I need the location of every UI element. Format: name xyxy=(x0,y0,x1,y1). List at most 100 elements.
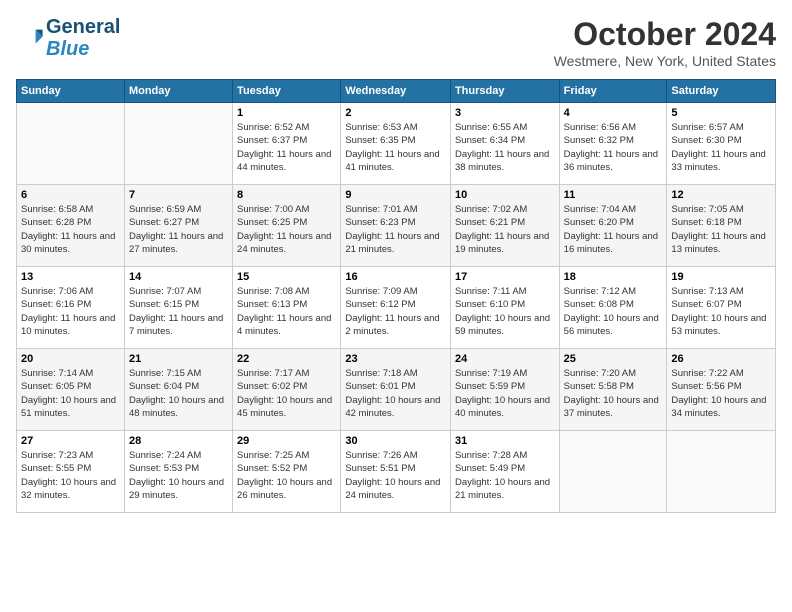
day-info: Sunrise: 7:13 AM Sunset: 6:07 PM Dayligh… xyxy=(671,285,771,338)
calendar-week-row: 20 Sunrise: 7:14 AM Sunset: 6:05 PM Dayli… xyxy=(17,349,776,431)
table-row: 8 Sunrise: 7:00 AM Sunset: 6:25 PM Daylig… xyxy=(233,185,341,267)
day-info: Sunrise: 6:57 AM Sunset: 6:30 PM Dayligh… xyxy=(671,121,771,174)
day-number: 22 xyxy=(237,353,336,365)
day-info: Sunrise: 7:28 AM Sunset: 5:49 PM Dayligh… xyxy=(455,449,555,502)
table-row: 29 Sunrise: 7:25 AM Sunset: 5:52 PM Dayli… xyxy=(233,431,341,513)
weekday-tuesday: Tuesday xyxy=(233,80,341,103)
weekday-sunday: Sunday xyxy=(17,80,125,103)
day-number: 24 xyxy=(455,353,555,365)
day-info: Sunrise: 7:12 AM Sunset: 6:08 PM Dayligh… xyxy=(564,285,663,338)
day-number: 2 xyxy=(345,107,446,119)
table-row: 10Sunrise: 7:02 AM Sunset: 6:21 PM Dayli… xyxy=(450,185,559,267)
logo-line1: General xyxy=(46,16,120,38)
day-number: 8 xyxy=(237,189,336,201)
day-info: Sunrise: 7:24 AM Sunset: 5:53 PM Dayligh… xyxy=(129,449,228,502)
table-row xyxy=(667,431,776,513)
day-info: Sunrise: 7:08 AM Sunset: 6:13 PM Dayligh… xyxy=(237,285,336,338)
weekday-monday: Monday xyxy=(124,80,232,103)
weekday-thursday: Thursday xyxy=(450,80,559,103)
table-row: 19 Sunrise: 7:13 AM Sunset: 6:07 PM Dayli… xyxy=(667,267,776,349)
table-row: 28 Sunrise: 7:24 AM Sunset: 5:53 PM Dayli… xyxy=(124,431,232,513)
day-info: Sunrise: 7:01 AM Sunset: 6:23 PM Dayligh… xyxy=(345,203,446,256)
day-number: 4 xyxy=(564,107,663,119)
weekday-friday: Friday xyxy=(559,80,667,103)
calendar-thead: Sunday Monday Tuesday Wednesday Thursday… xyxy=(17,80,776,103)
logo-line2: Blue xyxy=(46,38,89,60)
day-info: Sunrise: 7:02 AM Sunset: 6:21 PM Dayligh… xyxy=(455,203,555,256)
table-row: 7 Sunrise: 6:59 AM Sunset: 6:27 PM Daylig… xyxy=(124,185,232,267)
table-row: 1 Sunrise: 6:52 AM Sunset: 6:37 PM Daylig… xyxy=(233,103,341,185)
logo-icon xyxy=(16,24,44,52)
day-info: Sunrise: 7:05 AM Sunset: 6:18 PM Dayligh… xyxy=(671,203,771,256)
table-row xyxy=(17,103,125,185)
day-info: Sunrise: 7:06 AM Sunset: 6:16 PM Dayligh… xyxy=(21,285,120,338)
day-info: Sunrise: 6:52 AM Sunset: 6:37 PM Dayligh… xyxy=(237,121,336,174)
calendar-week-row: 27 Sunrise: 7:23 AM Sunset: 5:55 PM Dayli… xyxy=(17,431,776,513)
day-number: 7 xyxy=(129,189,228,201)
table-row: 17Sunrise: 7:11 AM Sunset: 6:10 PM Dayli… xyxy=(450,267,559,349)
day-info: Sunrise: 7:22 AM Sunset: 5:56 PM Dayligh… xyxy=(671,367,771,420)
day-number: 19 xyxy=(671,271,771,283)
table-row: 25 Sunrise: 7:20 AM Sunset: 5:58 PM Dayli… xyxy=(559,349,667,431)
calendar-week-row: 1 Sunrise: 6:52 AM Sunset: 6:37 PM Daylig… xyxy=(17,103,776,185)
table-row: 4Sunrise: 6:56 AM Sunset: 6:32 PM Daylig… xyxy=(559,103,667,185)
day-number: 30 xyxy=(345,435,446,447)
day-number: 25 xyxy=(564,353,663,365)
day-number: 5 xyxy=(671,107,771,119)
day-number: 20 xyxy=(21,353,120,365)
table-row: 16 Sunrise: 7:09 AM Sunset: 6:12 PM Dayli… xyxy=(341,267,451,349)
day-info: Sunrise: 7:11 AM Sunset: 6:10 PM Dayligh… xyxy=(455,285,555,338)
location: Westmere, New York, United States xyxy=(554,53,776,69)
table-row: 30Sunrise: 7:26 AM Sunset: 5:51 PM Dayli… xyxy=(341,431,451,513)
day-number: 18 xyxy=(564,271,663,283)
day-number: 26 xyxy=(671,353,771,365)
day-info: Sunrise: 7:20 AM Sunset: 5:58 PM Dayligh… xyxy=(564,367,663,420)
day-info: Sunrise: 7:09 AM Sunset: 6:12 PM Dayligh… xyxy=(345,285,446,338)
day-info: Sunrise: 6:53 AM Sunset: 6:35 PM Dayligh… xyxy=(345,121,446,174)
day-info: Sunrise: 7:18 AM Sunset: 6:01 PM Dayligh… xyxy=(345,367,446,420)
day-number: 11 xyxy=(564,189,663,201)
day-number: 28 xyxy=(129,435,228,447)
day-info: Sunrise: 6:59 AM Sunset: 6:27 PM Dayligh… xyxy=(129,203,228,256)
calendar-header: General Blue October 2024 Westmere, New … xyxy=(16,16,776,69)
day-info: Sunrise: 6:55 AM Sunset: 6:34 PM Dayligh… xyxy=(455,121,555,174)
day-info: Sunrise: 6:58 AM Sunset: 6:28 PM Dayligh… xyxy=(21,203,120,256)
title-area: October 2024 Westmere, New York, United … xyxy=(554,16,776,69)
day-number: 16 xyxy=(345,271,446,283)
day-number: 29 xyxy=(237,435,336,447)
table-row: 20 Sunrise: 7:14 AM Sunset: 6:05 PM Dayli… xyxy=(17,349,125,431)
table-row: 27 Sunrise: 7:23 AM Sunset: 5:55 PM Dayli… xyxy=(17,431,125,513)
table-row: 14Sunrise: 7:07 AM Sunset: 6:15 PM Dayli… xyxy=(124,267,232,349)
day-number: 21 xyxy=(129,353,228,365)
day-info: Sunrise: 7:15 AM Sunset: 6:04 PM Dayligh… xyxy=(129,367,228,420)
day-info: Sunrise: 7:19 AM Sunset: 5:59 PM Dayligh… xyxy=(455,367,555,420)
day-info: Sunrise: 7:14 AM Sunset: 6:05 PM Dayligh… xyxy=(21,367,120,420)
day-number: 14 xyxy=(129,271,228,283)
calendar-table: Sunday Monday Tuesday Wednesday Thursday… xyxy=(16,79,776,513)
weekday-wednesday: Wednesday xyxy=(341,80,451,103)
table-row: 31Sunrise: 7:28 AM Sunset: 5:49 PM Dayli… xyxy=(450,431,559,513)
day-number: 3 xyxy=(455,107,555,119)
day-number: 1 xyxy=(237,107,336,119)
table-row: 15 Sunrise: 7:08 AM Sunset: 6:13 PM Dayli… xyxy=(233,267,341,349)
table-row: 2 Sunrise: 6:53 AM Sunset: 6:35 PM Daylig… xyxy=(341,103,451,185)
table-row: 22 Sunrise: 7:17 AM Sunset: 6:02 PM Dayli… xyxy=(233,349,341,431)
day-number: 15 xyxy=(237,271,336,283)
day-info: Sunrise: 7:25 AM Sunset: 5:52 PM Dayligh… xyxy=(237,449,336,502)
table-row xyxy=(559,431,667,513)
day-info: Sunrise: 7:17 AM Sunset: 6:02 PM Dayligh… xyxy=(237,367,336,420)
table-row: 6Sunrise: 6:58 AM Sunset: 6:28 PM Daylig… xyxy=(17,185,125,267)
day-number: 23 xyxy=(345,353,446,365)
table-row: 18 Sunrise: 7:12 AM Sunset: 6:08 PM Dayli… xyxy=(559,267,667,349)
table-row: 12 Sunrise: 7:05 AM Sunset: 6:18 PM Dayli… xyxy=(667,185,776,267)
weekday-header-row: Sunday Monday Tuesday Wednesday Thursday… xyxy=(17,80,776,103)
day-info: Sunrise: 7:00 AM Sunset: 6:25 PM Dayligh… xyxy=(237,203,336,256)
calendar-week-row: 6Sunrise: 6:58 AM Sunset: 6:28 PM Daylig… xyxy=(17,185,776,267)
day-number: 12 xyxy=(671,189,771,201)
day-number: 27 xyxy=(21,435,120,447)
month-title: October 2024 xyxy=(554,16,776,53)
day-info: Sunrise: 7:23 AM Sunset: 5:55 PM Dayligh… xyxy=(21,449,120,502)
logo: General Blue xyxy=(16,16,120,60)
day-number: 9 xyxy=(345,189,446,201)
table-row: 5 Sunrise: 6:57 AM Sunset: 6:30 PM Daylig… xyxy=(667,103,776,185)
